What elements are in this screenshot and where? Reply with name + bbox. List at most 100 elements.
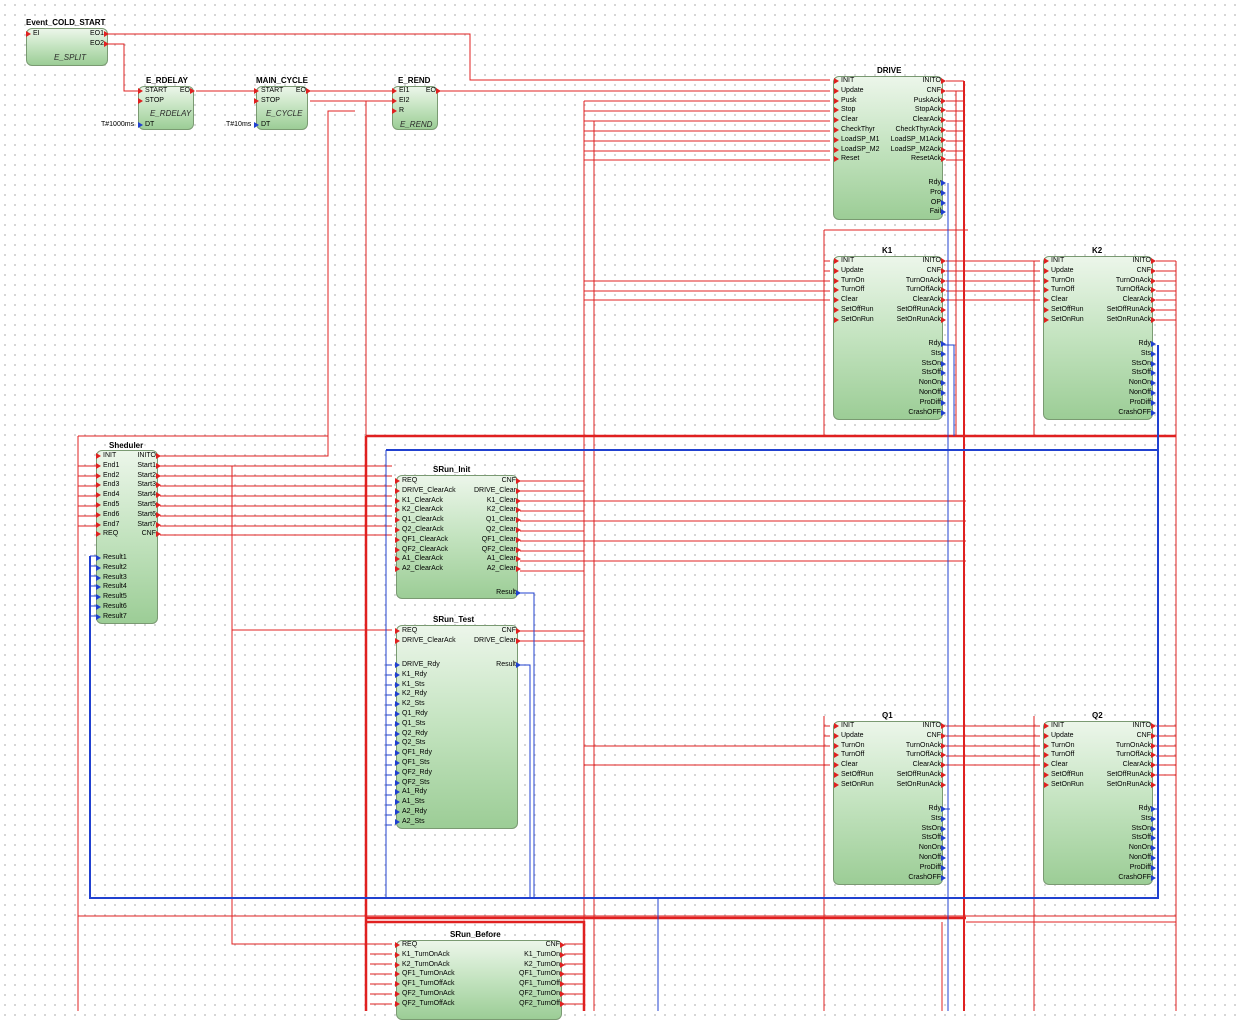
input-port-stop[interactable]: STOP xyxy=(261,96,280,105)
data-input-k2_sts[interactable]: K2_Sts xyxy=(402,699,425,708)
input-port-reset[interactable]: Reset xyxy=(841,154,859,163)
output-port-start4[interactable]: Start4 xyxy=(137,490,156,499)
input-port-turnon[interactable]: TurnOn xyxy=(1051,741,1074,750)
output-port-start3[interactable]: Start3 xyxy=(137,480,156,489)
input-port-end6[interactable]: End6 xyxy=(103,510,119,519)
output-port-setonrunack[interactable]: SetOnRunAck xyxy=(1107,315,1151,324)
input-port-end5[interactable]: End5 xyxy=(103,500,119,509)
input-port-clear[interactable]: Clear xyxy=(1051,760,1068,769)
data-output-nonon[interactable]: NonOn xyxy=(919,843,941,852)
input-port-update[interactable]: Update xyxy=(841,86,864,95)
data-input-qf2_rdy[interactable]: QF2_Rdy xyxy=(402,768,432,777)
output-port-turnoffack[interactable]: TurnOffAck xyxy=(1116,285,1151,294)
input-port-setoffrun[interactable]: SetOffRun xyxy=(1051,770,1084,779)
data-input-result2[interactable]: Result2 xyxy=(103,563,127,572)
param-value[interactable]: T#10ms xyxy=(226,120,251,129)
input-port-ei1[interactable]: EI1 xyxy=(399,86,410,95)
input-port-dt[interactable]: DT xyxy=(145,120,154,129)
output-port-inito[interactable]: INITO xyxy=(922,256,941,265)
output-port-turnonack[interactable]: TurnOnAck xyxy=(1116,741,1151,750)
output-port-turnonack[interactable]: TurnOnAck xyxy=(1116,276,1151,285)
output-port-stopack[interactable]: StopAck xyxy=(915,105,941,114)
input-port-update[interactable]: Update xyxy=(841,266,864,275)
output-port-start6[interactable]: Start6 xyxy=(137,510,156,519)
input-port-drive_clearack[interactable]: DRIVE_ClearAck xyxy=(402,636,456,645)
output-port-setonrunack[interactable]: SetOnRunAck xyxy=(897,315,941,324)
input-port-setoffrun[interactable]: SetOffRun xyxy=(841,305,874,314)
output-port-turnoffack[interactable]: TurnOffAck xyxy=(906,750,941,759)
input-port-q1_clearack[interactable]: Q1_ClearAck xyxy=(402,515,444,524)
data-output-nonoff[interactable]: NonOff xyxy=(1129,853,1151,862)
output-port-cnf[interactable]: CNF xyxy=(927,731,941,740)
output-port-setoffrunack[interactable]: SetOffRunAck xyxy=(897,305,941,314)
data-output-crashoff[interactable]: CrashOFF xyxy=(1118,408,1151,417)
input-port-init[interactable]: INIT xyxy=(841,76,854,85)
input-port-start[interactable]: START xyxy=(261,86,283,95)
input-port-k2_clearack[interactable]: K2_ClearAck xyxy=(402,505,443,514)
output-port-clearack[interactable]: ClearAck xyxy=(913,760,941,769)
output-port-qf1_clear[interactable]: QF1_Clear xyxy=(482,535,516,544)
data-output-stson[interactable]: StsOn xyxy=(922,824,941,833)
data-input-a2_rdy[interactable]: A2_Rdy xyxy=(402,807,427,816)
data-input-k1_sts[interactable]: K1_Sts xyxy=(402,680,425,689)
input-port-pusk[interactable]: Pusk xyxy=(841,96,857,105)
output-port-qf2_clear[interactable]: QF2_Clear xyxy=(482,545,516,554)
input-port-init[interactable]: INIT xyxy=(1051,721,1064,730)
input-port-dt[interactable]: DT xyxy=(261,120,270,129)
data-output-rdy[interactable]: Rdy xyxy=(1139,804,1151,813)
output-port-turnoffack[interactable]: TurnOffAck xyxy=(906,285,941,294)
input-port-a2_clearack[interactable]: A2_ClearAck xyxy=(402,564,443,573)
data-input-drive_rdy[interactable]: DRIVE_Rdy xyxy=(402,660,440,669)
input-port-setonrun[interactable]: SetOnRun xyxy=(841,780,874,789)
input-port-qf2_turnonack[interactable]: QF2_TurnOnAck xyxy=(402,989,455,998)
output-port-eo2[interactable]: EO2 xyxy=(90,39,104,48)
input-port-turnon[interactable]: TurnOn xyxy=(1051,276,1074,285)
input-port-end2[interactable]: End2 xyxy=(103,471,119,480)
data-input-result4[interactable]: Result4 xyxy=(103,582,127,591)
output-port-qf1_turnoff[interactable]: QF1_TurnOff xyxy=(519,979,560,988)
output-port-loadsp_m2ack[interactable]: LoadSP_M2Ack xyxy=(891,145,941,154)
data-output-stson[interactable]: StsOn xyxy=(1132,359,1151,368)
data-output-nonoff[interactable]: NonOff xyxy=(919,853,941,862)
output-port-clearack[interactable]: ClearAck xyxy=(1123,760,1151,769)
data-output-fail[interactable]: Fail xyxy=(930,207,941,216)
input-port-turnoff[interactable]: TurnOff xyxy=(1051,750,1074,759)
data-input-k1_rdy[interactable]: K1_Rdy xyxy=(402,670,427,679)
param-value[interactable]: T#1000ms xyxy=(101,120,134,129)
output-port-setoffrunack[interactable]: SetOffRunAck xyxy=(1107,305,1151,314)
input-port-init[interactable]: INIT xyxy=(841,721,854,730)
output-port-clearack[interactable]: ClearAck xyxy=(913,295,941,304)
input-port-update[interactable]: Update xyxy=(1051,731,1074,740)
data-output-nonon[interactable]: NonOn xyxy=(1129,378,1151,387)
input-port-turnoff[interactable]: TurnOff xyxy=(841,285,864,294)
input-port-turnoff[interactable]: TurnOff xyxy=(1051,285,1074,294)
data-output-stsoff[interactable]: StsOff xyxy=(1132,833,1151,842)
input-port-update[interactable]: Update xyxy=(841,731,864,740)
input-port-checkthyr[interactable]: CheckThyr xyxy=(841,125,875,134)
output-port-turnoffack[interactable]: TurnOffAck xyxy=(1116,750,1151,759)
output-port-start5[interactable]: Start5 xyxy=(137,500,156,509)
data-output-op[interactable]: OP xyxy=(931,198,941,207)
output-port-inito[interactable]: INITO xyxy=(1132,256,1151,265)
data-output-nonon[interactable]: NonOn xyxy=(1129,843,1151,852)
output-port-turnonack[interactable]: TurnOnAck xyxy=(906,276,941,285)
output-port-q2_clear[interactable]: Q2_Clear xyxy=(486,525,516,534)
data-output-crashoff[interactable]: CrashOFF xyxy=(908,873,941,882)
input-port-a1_clearack[interactable]: A1_ClearAck xyxy=(402,554,443,563)
data-output-prodiff[interactable]: ProDiff xyxy=(1130,398,1151,407)
input-port-clear[interactable]: Clear xyxy=(841,760,858,769)
data-output-nonoff[interactable]: NonOff xyxy=(1129,388,1151,397)
data-output-sts[interactable]: Sts xyxy=(1141,349,1151,358)
input-port-turnon[interactable]: TurnOn xyxy=(841,276,864,285)
input-port-setonrun[interactable]: SetOnRun xyxy=(1051,780,1084,789)
data-input-result5[interactable]: Result5 xyxy=(103,592,127,601)
input-port-req[interactable]: REQ xyxy=(402,626,417,635)
data-input-k2_rdy[interactable]: K2_Rdy xyxy=(402,689,427,698)
output-port-cnf[interactable]: CNF xyxy=(927,86,941,95)
data-input-result3[interactable]: Result3 xyxy=(103,573,127,582)
input-port-turnon[interactable]: TurnOn xyxy=(841,741,864,750)
input-port-start[interactable]: START xyxy=(145,86,167,95)
output-port-cnf[interactable]: CNF xyxy=(546,940,560,949)
data-input-qf2_sts[interactable]: QF2_Sts xyxy=(402,778,430,787)
data-input-q2_sts[interactable]: Q2_Sts xyxy=(402,738,425,747)
